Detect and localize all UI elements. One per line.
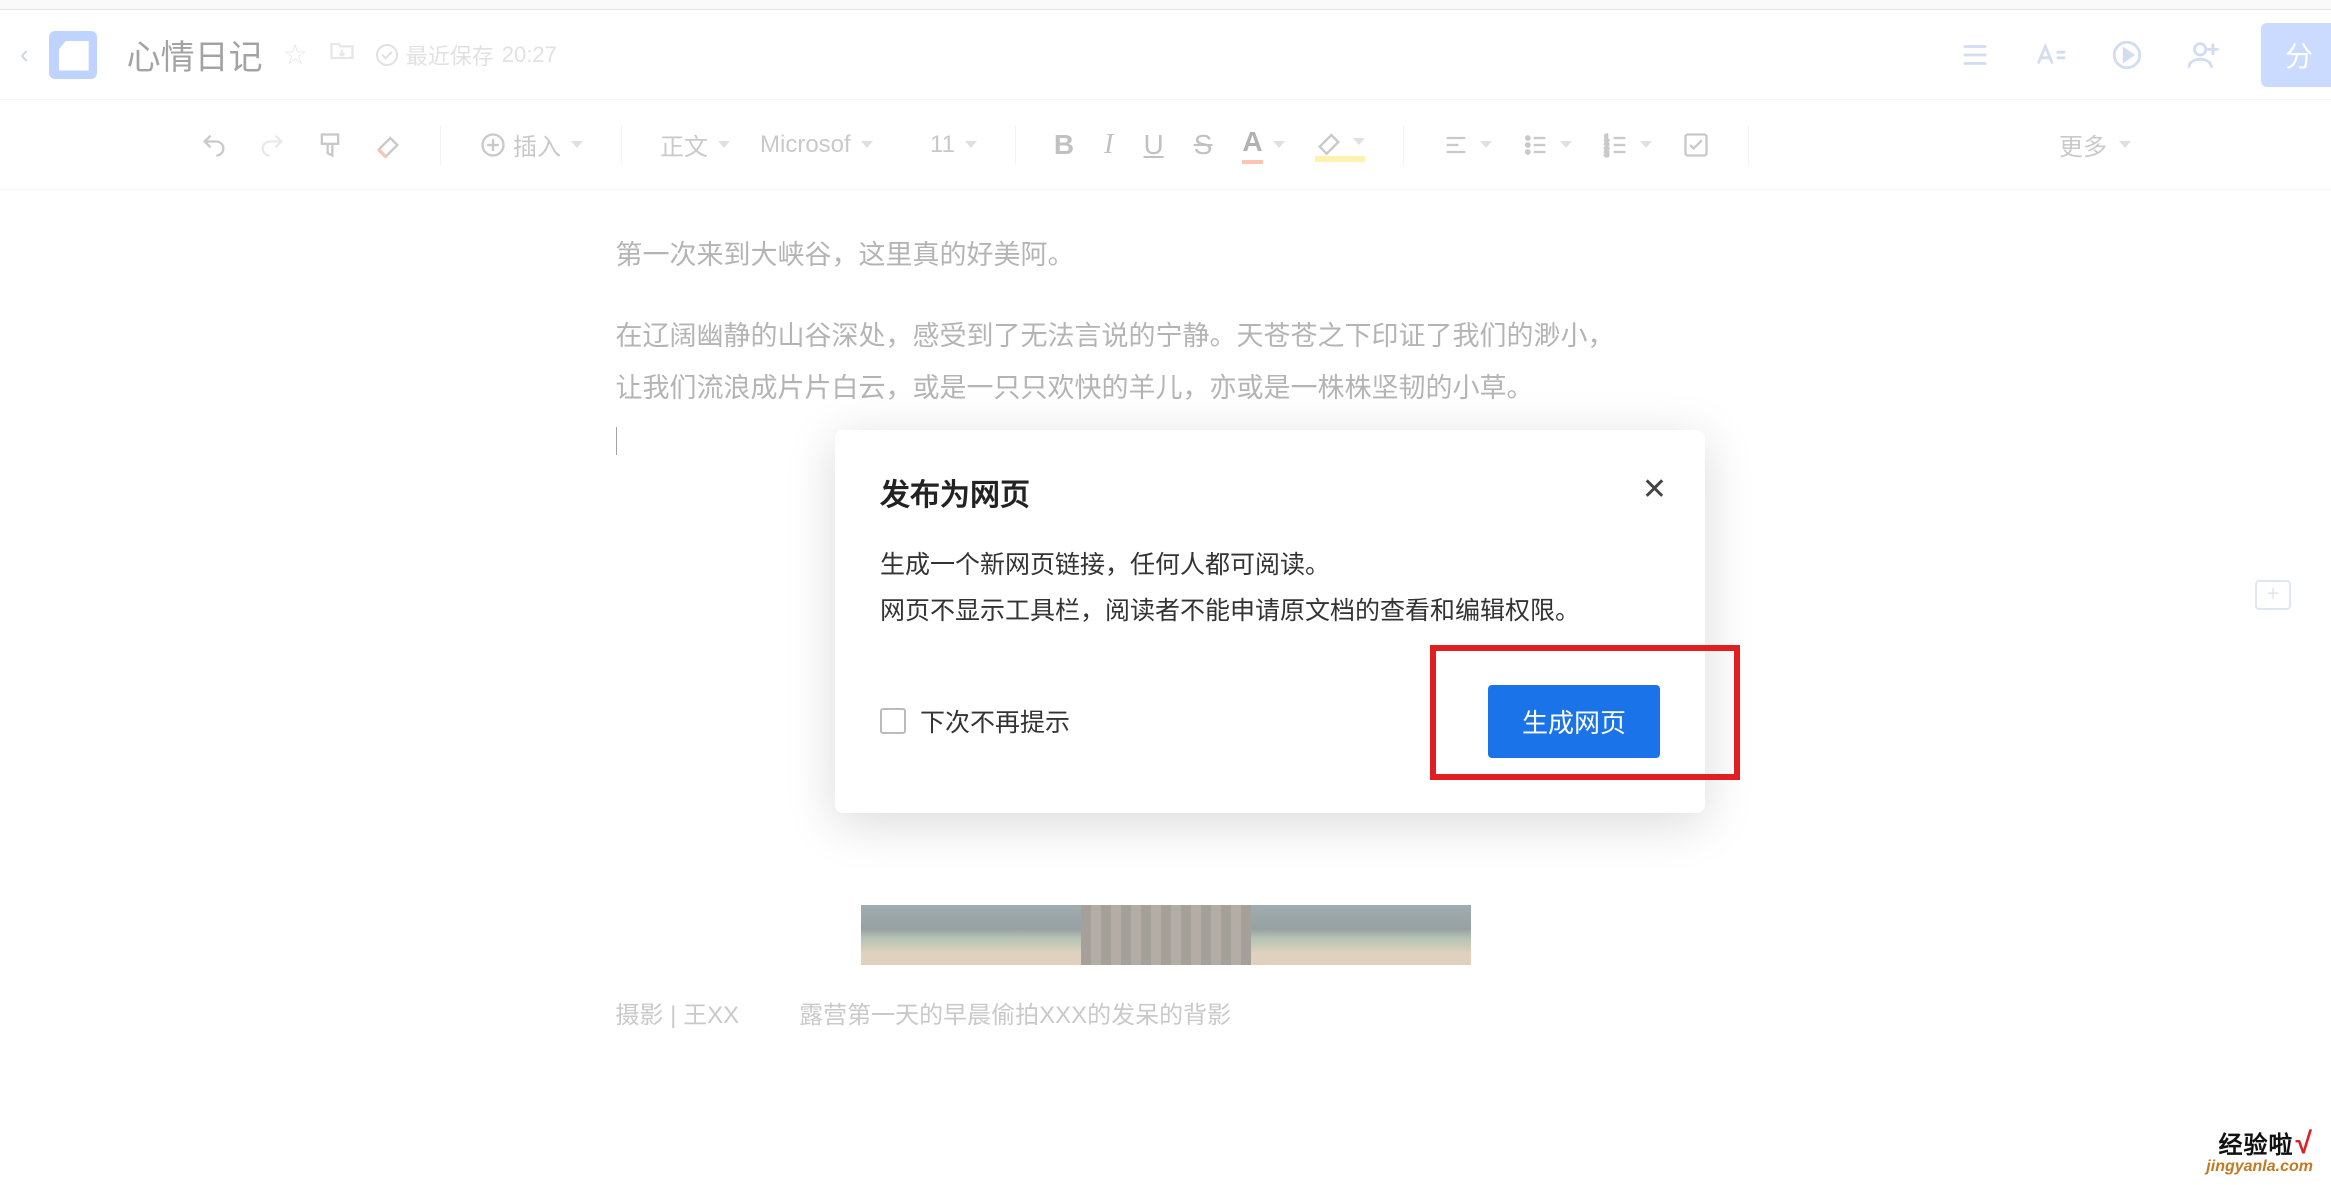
app-logo-icon[interactable] bbox=[49, 31, 97, 79]
strikethrough-button[interactable]: S bbox=[1194, 129, 1213, 161]
format-toolbar: 插入 正文 Microsof 11 B I U S A 123 更多 bbox=[0, 100, 2331, 190]
bold-button[interactable]: B bbox=[1054, 129, 1074, 161]
image-caption-left[interactable]: 摄影 | 王XX bbox=[616, 995, 740, 1030]
check-circle-icon bbox=[376, 44, 398, 66]
chevron-down-icon bbox=[1480, 141, 1492, 148]
dialog-desc-line: 网页不显示工具栏，阅读者不能申请原文档的查看和编辑权限。 bbox=[880, 588, 1660, 634]
chevron-down-icon bbox=[2119, 141, 2131, 148]
font-color-icon: A bbox=[1242, 126, 1262, 164]
title-bar: ‹ 心情日记 ☆ 最近保存 20:27 分 bbox=[0, 10, 2331, 100]
font-color-dropdown[interactable]: A bbox=[1242, 126, 1284, 164]
redo-button[interactable] bbox=[258, 131, 286, 159]
watermark-text: 经验啦 bbox=[2219, 1132, 2294, 1159]
close-icon[interactable]: ✕ bbox=[1642, 472, 1667, 507]
toolbar-separator bbox=[1015, 125, 1016, 165]
paragraph-line[interactable]: 在辽阔幽静的山谷深处，感受到了无法言说的宁静。天苍苍之下印证了我们的渺小， bbox=[616, 311, 1716, 362]
watermark-check-icon: √ bbox=[2296, 1127, 2313, 1160]
toolbar-separator bbox=[621, 125, 622, 165]
font-size-icon[interactable] bbox=[2033, 37, 2069, 73]
toolbar-separator bbox=[1403, 125, 1404, 165]
publish-webpage-dialog: 发布为网页 ✕ 生成一个新网页链接，任何人都可阅读。 网页不显示工具栏，阅读者不… bbox=[835, 430, 1705, 813]
insert-label: 插入 bbox=[513, 127, 561, 162]
dialog-description: 生成一个新网页链接，任何人都可阅读。 网页不显示工具栏，阅读者不能申请原文档的查… bbox=[880, 542, 1660, 635]
toolbar-separator bbox=[1748, 125, 1749, 165]
paragraph-line[interactable]: 第一次来到大峡谷，这里真的好美阿。 bbox=[616, 230, 1716, 281]
dialog-desc-line: 生成一个新网页链接，任何人都可阅读。 bbox=[880, 542, 1660, 588]
dialog-title: 发布为网页 bbox=[880, 470, 1660, 514]
save-status: 最近保存 20:27 bbox=[376, 39, 557, 71]
checkbox-icon bbox=[880, 708, 906, 734]
chevron-down-icon bbox=[1640, 141, 1652, 148]
chevron-down-icon bbox=[718, 141, 730, 148]
more-dropdown[interactable]: 更多 bbox=[2059, 127, 2131, 162]
numbered-list-dropdown[interactable]: 123 bbox=[1602, 131, 1652, 159]
italic-button[interactable]: I bbox=[1104, 129, 1113, 161]
move-folder-icon[interactable] bbox=[328, 37, 356, 72]
chevron-down-icon bbox=[965, 141, 977, 148]
watermark: 经验啦√ jingyanla.com bbox=[2206, 1129, 2313, 1175]
format-brush-button[interactable] bbox=[316, 131, 344, 159]
insert-dropdown[interactable]: 插入 bbox=[479, 127, 583, 162]
highlight-color-dropdown[interactable] bbox=[1315, 128, 1365, 162]
menu-icon[interactable] bbox=[1957, 37, 1993, 73]
font-size-value: 11 bbox=[930, 131, 955, 159]
add-user-icon[interactable] bbox=[2185, 37, 2221, 73]
align-dropdown[interactable] bbox=[1442, 131, 1492, 159]
paragraph-line[interactable]: 让我们流浪成片片白云，或是一只只欢快的羊儿，亦或是一株株坚韧的小草。 bbox=[616, 363, 1716, 414]
chevron-down-icon bbox=[1273, 141, 1285, 148]
toolbar-separator bbox=[440, 125, 441, 165]
clear-format-button[interactable] bbox=[374, 131, 402, 159]
paragraph-style-dropdown[interactable]: 正文 bbox=[660, 127, 730, 162]
underline-button[interactable]: U bbox=[1143, 129, 1163, 161]
star-icon[interactable]: ☆ bbox=[283, 38, 308, 71]
chevron-down-icon bbox=[861, 141, 873, 148]
bullet-list-dropdown[interactable] bbox=[1522, 131, 1572, 159]
add-comment-icon[interactable] bbox=[2255, 580, 2291, 610]
image-caption-right[interactable]: 露营第一天的早晨偷拍XXX的发呆的背影 bbox=[799, 995, 1231, 1030]
save-status-prefix: 最近保存 bbox=[406, 39, 494, 71]
font-family-label: Microsof bbox=[760, 131, 851, 159]
document-image[interactable] bbox=[861, 905, 1471, 965]
paragraph-style-label: 正文 bbox=[660, 127, 708, 162]
undo-button[interactable] bbox=[200, 131, 228, 159]
share-button[interactable]: 分 bbox=[2261, 23, 2331, 87]
svg-text:3: 3 bbox=[1604, 149, 1609, 158]
generate-button-label: 生成网页 bbox=[1522, 708, 1626, 738]
document-title[interactable]: 心情日记 bbox=[127, 30, 263, 79]
font-size-dropdown[interactable]: 11 bbox=[930, 131, 977, 159]
save-status-time: 20:27 bbox=[502, 42, 557, 68]
checklist-button[interactable] bbox=[1682, 131, 1710, 159]
dont-show-again-checkbox[interactable]: 下次不再提示 bbox=[880, 703, 1070, 739]
watermark-url: jingyanla.com bbox=[2206, 1159, 2313, 1175]
chevron-down-icon bbox=[1353, 138, 1365, 145]
font-family-dropdown[interactable]: Microsof bbox=[760, 131, 900, 159]
play-circle-icon[interactable] bbox=[2109, 37, 2145, 73]
browser-chrome-bar bbox=[0, 0, 2331, 10]
share-label: 分 bbox=[2285, 41, 2313, 72]
chevron-down-icon bbox=[571, 141, 583, 148]
back-icon[interactable]: ‹ bbox=[20, 39, 29, 70]
generate-webpage-button[interactable]: 生成网页 bbox=[1488, 685, 1660, 758]
more-label: 更多 bbox=[2059, 127, 2107, 162]
checkbox-label: 下次不再提示 bbox=[920, 703, 1070, 739]
chevron-down-icon bbox=[1560, 141, 1572, 148]
